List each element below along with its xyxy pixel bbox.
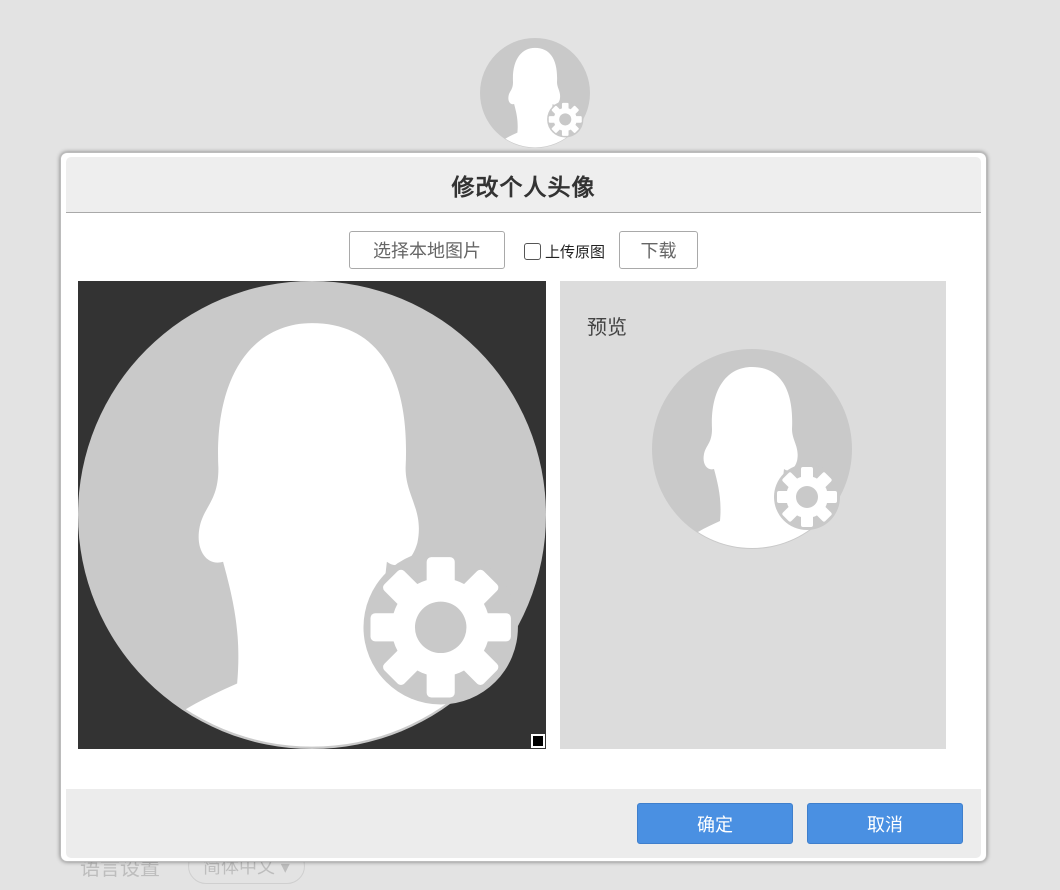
preview-avatar-image bbox=[652, 349, 852, 549]
cancel-button[interactable]: 取消 bbox=[807, 803, 963, 844]
preview-label: 预览 bbox=[587, 315, 627, 339]
crop-resize-handle[interactable] bbox=[531, 734, 545, 748]
upload-original-option[interactable]: 上传原图 bbox=[523, 241, 605, 262]
dialog-header: 修改个人头像 bbox=[66, 157, 981, 213]
change-avatar-dialog: 修改个人头像 选择本地图片 上传原图 下载 预览 确定 取消 bbox=[60, 152, 987, 862]
upload-original-checkbox[interactable] bbox=[523, 242, 541, 260]
upload-original-label: 上传原图 bbox=[544, 242, 605, 261]
crop-area[interactable] bbox=[78, 281, 546, 749]
confirm-button[interactable]: 确定 bbox=[637, 803, 793, 844]
avatar-toolbar: 选择本地图片 上传原图 下载 bbox=[61, 230, 986, 270]
preview-panel: 预览 bbox=[560, 281, 946, 749]
dialog-title: 修改个人头像 bbox=[451, 174, 596, 201]
download-button[interactable]: 下载 bbox=[619, 231, 698, 269]
profile-avatar-icon[interactable] bbox=[480, 38, 590, 148]
crop-avatar-image bbox=[78, 281, 546, 749]
dialog-footer: 确定 取消 bbox=[66, 789, 981, 858]
select-local-image-button[interactable]: 选择本地图片 bbox=[348, 231, 505, 269]
